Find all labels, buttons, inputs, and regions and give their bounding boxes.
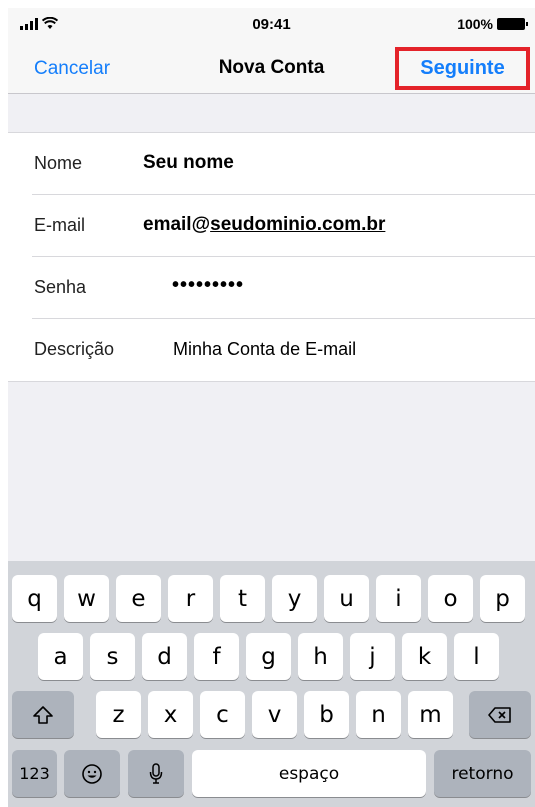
password-label: Senha — [34, 277, 87, 297]
key-a[interactable]: a — [38, 633, 83, 680]
description-label: Descrição — [34, 339, 115, 359]
next-button[interactable]: Seguinte — [395, 47, 530, 90]
key-v[interactable]: v — [252, 691, 297, 738]
key-s[interactable]: s — [90, 633, 135, 680]
next-button-label: Seguinte — [420, 57, 505, 79]
email-field[interactable]: email@seudominio.com.br — [143, 214, 385, 236]
battery-percent: 100% — [457, 16, 493, 32]
name-label: Nome — [34, 153, 83, 173]
keyboard: q w e r t y u i o p a s d f g h j k l z … — [8, 561, 535, 807]
key-u[interactable]: u — [324, 575, 369, 622]
key-n[interactable]: n — [356, 691, 401, 738]
key-l[interactable]: l — [454, 633, 499, 680]
key-h[interactable]: h — [298, 633, 343, 680]
key-g[interactable]: g — [246, 633, 291, 680]
password-row[interactable]: Senha ••••••••• — [8, 257, 535, 319]
description-field[interactable]: Minha Conta de E-mail — [173, 339, 356, 360]
status-bar: 09:41 100% — [8, 8, 535, 44]
name-row[interactable]: Nome Seu nome — [8, 133, 535, 195]
numbers-key[interactable]: 123 — [12, 750, 57, 797]
key-t[interactable]: t — [220, 575, 265, 622]
microphone-icon — [149, 762, 163, 784]
navigation-bar: Cancelar Nova Conta Seguinte — [8, 44, 535, 94]
key-c[interactable]: c — [200, 691, 245, 738]
key-w[interactable]: w — [64, 575, 109, 622]
key-e[interactable]: e — [116, 575, 161, 622]
key-b[interactable]: b — [304, 691, 349, 738]
backspace-icon — [488, 706, 511, 723]
email-row[interactable]: E-mail email@seudominio.com.br — [8, 195, 535, 257]
battery-icon — [497, 18, 528, 30]
shift-key[interactable] — [12, 691, 74, 738]
name-field[interactable]: Seu nome — [143, 152, 234, 174]
key-o[interactable]: o — [428, 575, 473, 622]
key-k[interactable]: k — [402, 633, 447, 680]
microphone-key[interactable] — [128, 750, 184, 797]
shift-icon — [33, 705, 53, 724]
key-i[interactable]: i — [376, 575, 421, 622]
status-right: 100% — [457, 16, 528, 32]
status-time: 09:41 — [252, 16, 291, 33]
password-field[interactable]: ••••••••• — [172, 274, 244, 297]
return-key[interactable]: retorno — [434, 750, 531, 797]
email-domain: seudominio.com.br — [210, 214, 386, 235]
email-label: E-mail — [34, 215, 86, 235]
backspace-key[interactable] — [469, 691, 531, 738]
key-q[interactable]: q — [12, 575, 57, 622]
key-z[interactable]: z — [96, 691, 141, 738]
phone-screen: 09:41 100% Cancelar Nova Conta Seguinte … — [8, 8, 535, 807]
email-prefix: email@ — [143, 214, 211, 235]
key-p[interactable]: p — [480, 575, 525, 622]
description-row[interactable]: Descrição Minha Conta de E-mail — [8, 319, 535, 381]
key-r[interactable]: r — [168, 575, 213, 622]
emoji-icon — [82, 763, 102, 784]
emoji-key[interactable] — [64, 750, 120, 797]
key-x[interactable]: x — [148, 691, 193, 738]
account-form: Nome Seu nome E-mail email@seudominio.co… — [8, 132, 535, 382]
space-key[interactable]: espaço — [192, 750, 426, 797]
key-d[interactable]: d — [142, 633, 187, 680]
key-j[interactable]: j — [350, 633, 395, 680]
key-y[interactable]: y — [272, 575, 317, 622]
key-f[interactable]: f — [194, 633, 239, 680]
key-m[interactable]: m — [408, 691, 453, 738]
